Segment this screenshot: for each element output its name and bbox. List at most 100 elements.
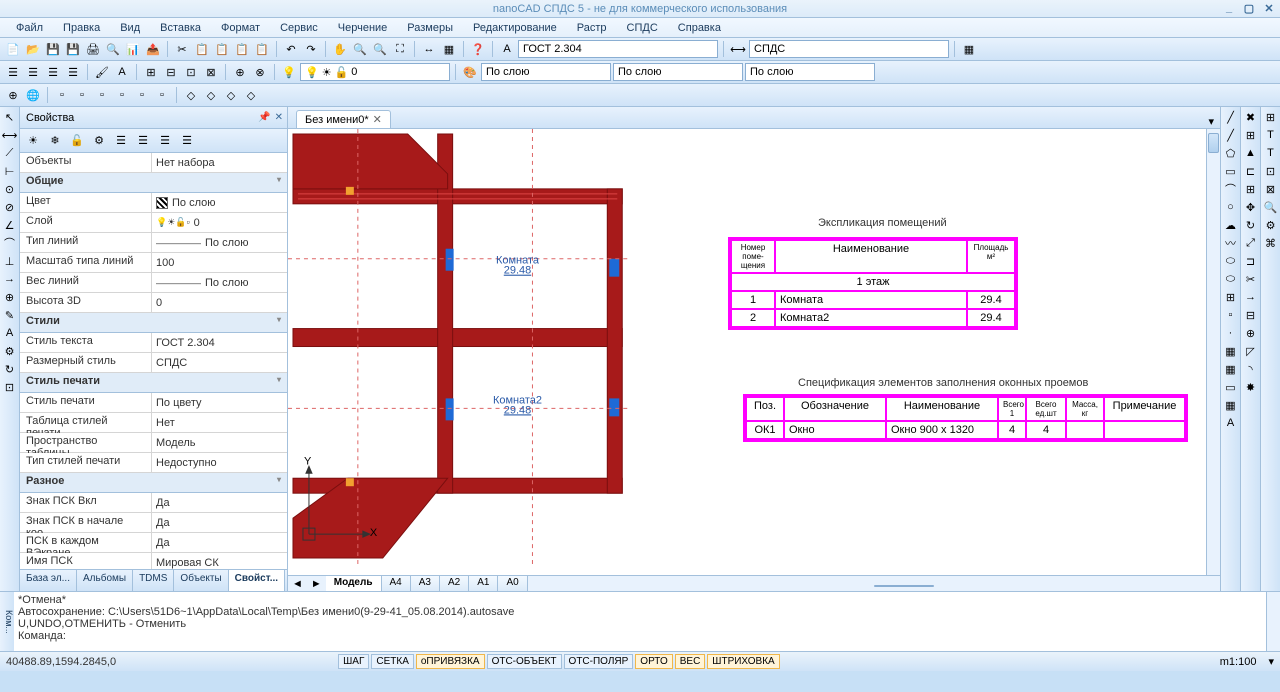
align-icon[interactable]: ⊞ <box>142 63 160 81</box>
prop-row[interactable]: ПСК в каждом ВЭкранеДа <box>20 533 287 553</box>
prop-value[interactable]: Да <box>152 533 287 552</box>
prop-row[interactable]: Вес линий—————По слою <box>20 273 287 293</box>
region-icon[interactable]: ▭ <box>1223 379 1239 395</box>
chamfer-icon[interactable]: ◸ <box>1243 343 1259 359</box>
distance-icon[interactable]: ↔ <box>420 40 438 58</box>
preview-icon[interactable]: 🔍 <box>104 40 122 58</box>
prop-row[interactable]: Стиль текстаГОСТ 2.304 <box>20 333 287 353</box>
textstyle-combo[interactable] <box>518 40 718 58</box>
prop-value[interactable]: Нет <box>152 413 287 432</box>
prop-value[interactable]: Недоступно <box>152 453 287 472</box>
prop-row[interactable]: Размерный стильСПДС <box>20 353 287 373</box>
iso-se-icon[interactable]: ◇ <box>202 86 220 104</box>
prop-row[interactable]: Таблица стилей печатиНет <box>20 413 287 433</box>
spds-3-icon[interactable]: T <box>1263 145 1279 161</box>
color-icon[interactable]: 🎨 <box>461 63 479 81</box>
align3-icon[interactable]: ⊡ <box>182 63 200 81</box>
lineweight-combo[interactable] <box>745 63 875 81</box>
dim-update-icon[interactable]: ↻ <box>2 361 18 377</box>
dim-radius-icon[interactable]: ⊙ <box>2 181 18 197</box>
menu-draw[interactable]: Черчение <box>328 20 398 36</box>
save-icon[interactable]: 💾 <box>44 40 62 58</box>
status-toggle[interactable]: ОРТО <box>635 654 672 669</box>
layout-tab[interactable]: A1 <box>469 576 498 591</box>
prop-value[interactable]: 0 <box>152 293 287 312</box>
dim-aligned-icon[interactable]: ⟋ <box>2 145 18 161</box>
status-dropdown-icon[interactable]: ▾ <box>1268 655 1274 668</box>
block-icon[interactable]: ▫ <box>1223 307 1239 323</box>
left-icon[interactable]: ▫ <box>93 86 111 104</box>
dim-ordinate-icon[interactable]: ⊢ <box>2 163 18 179</box>
prop-row[interactable]: Слой💡☀🔓▫0 <box>20 213 287 233</box>
prop-value[interactable]: Мировая СК <box>152 553 287 569</box>
line-icon[interactable]: ╱ <box>1223 109 1239 125</box>
saveall-icon[interactable]: 💾 <box>64 40 82 58</box>
iso-sw-icon[interactable]: ◇ <box>182 86 200 104</box>
view-icon[interactable]: ⊕ <box>4 86 22 104</box>
plot-icon[interactable]: 📊 <box>124 40 142 58</box>
dim-override-icon[interactable]: ⊡ <box>2 379 18 395</box>
move-icon[interactable]: ✥ <box>1243 199 1259 215</box>
spds-1-icon[interactable]: ⊞ <box>1263 109 1279 125</box>
spds-5-icon[interactable]: ⊠ <box>1263 181 1279 197</box>
color-combo[interactable] <box>481 63 611 81</box>
rect-icon[interactable]: ▭ <box>1223 163 1239 179</box>
prop-tool-6[interactable]: ☰ <box>134 132 152 150</box>
prop-row[interactable]: Знак ПСК в начале коо...Да <box>20 513 287 533</box>
trim-icon[interactable]: ✂ <box>1243 271 1259 287</box>
table-icon[interactable]: ▦ <box>1223 397 1239 413</box>
prop-tab[interactable]: Объекты <box>174 570 228 591</box>
spline-icon[interactable]: 〰 <box>1223 235 1239 251</box>
status-toggle[interactable]: ОТС-ПОЛЯР <box>564 654 634 669</box>
close-button[interactable]: ✕ <box>1262 1 1276 15</box>
selector-value[interactable]: Нет набора <box>152 153 287 172</box>
revcloud-icon[interactable]: ☁ <box>1223 217 1239 233</box>
help-icon[interactable]: ❓ <box>469 40 487 58</box>
new-icon[interactable]: 📄 <box>4 40 22 58</box>
prop-row[interactable]: Стиль печатиПо цвету <box>20 393 287 413</box>
paste-icon[interactable]: 📋 <box>233 40 251 58</box>
cursor-icon[interactable]: ↖ <box>2 109 18 125</box>
prop-row[interactable]: Высота 3D0 <box>20 293 287 313</box>
right-icon[interactable]: ▫ <box>113 86 131 104</box>
menu-raster[interactable]: Растр <box>567 20 617 36</box>
fillet-icon[interactable]: ◝ <box>1243 361 1259 377</box>
dim-linear-icon[interactable]: ⟷ <box>2 127 18 143</box>
pin-icon[interactable]: 📌 <box>258 112 270 123</box>
dim-style-icon[interactable]: ⚙ <box>2 343 18 359</box>
prop-value[interactable]: —————По слою <box>152 273 287 292</box>
prop-group[interactable]: Стили <box>20 313 287 333</box>
array-icon[interactable]: ⊞ <box>1243 181 1259 197</box>
spds-4-icon[interactable]: ⊡ <box>1263 163 1279 179</box>
prop-value[interactable]: 100 <box>152 253 287 272</box>
prop-row[interactable]: ЦветПо слою <box>20 193 287 213</box>
document-tab[interactable]: Без имени0* ✕ <box>296 110 391 128</box>
cmdline-vscroll[interactable] <box>1266 592 1280 651</box>
tab-dropdown-icon[interactable]: ▾ <box>1202 115 1220 128</box>
print-icon[interactable]: 🖨 <box>84 40 102 58</box>
status-scale[interactable]: m1:100 <box>1220 656 1257 668</box>
zoomwin-icon[interactable]: 🔍 <box>371 40 389 58</box>
top-icon[interactable]: ▫ <box>53 86 71 104</box>
prop-value[interactable]: Да <box>152 513 287 532</box>
prop-tool-8[interactable]: ☰ <box>178 132 196 150</box>
stretch-icon[interactable]: ⊐ <box>1243 253 1259 269</box>
cut-icon[interactable]: ✂ <box>173 40 191 58</box>
erase-icon[interactable]: ✖ <box>1243 109 1259 125</box>
layermatch-icon[interactable]: ☰ <box>64 63 82 81</box>
pastespecial-icon[interactable]: 📋 <box>253 40 271 58</box>
zoomext-icon[interactable]: ⛶ <box>391 40 409 58</box>
scale-icon[interactable]: ⤢ <box>1243 235 1259 251</box>
bottom-icon[interactable]: ▫ <box>73 86 91 104</box>
dim-edit-icon[interactable]: ✎ <box>2 307 18 323</box>
layout-tab[interactable]: A3 <box>411 576 440 591</box>
extend-icon[interactable]: → <box>1243 289 1259 305</box>
publish-icon[interactable]: 📤 <box>144 40 162 58</box>
spds-8-icon[interactable]: ⌘ <box>1263 235 1279 251</box>
prop-row[interactable]: Тип стилей печатиНедоступно <box>20 453 287 473</box>
open-icon[interactable]: 📂 <box>24 40 42 58</box>
dim-arc-icon[interactable]: ⌒ <box>2 235 18 251</box>
ellipse-icon[interactable]: ⬭ <box>1223 253 1239 269</box>
pline-icon[interactable]: ╱ <box>1223 127 1239 143</box>
prop-tool-5[interactable]: ☰ <box>112 132 130 150</box>
